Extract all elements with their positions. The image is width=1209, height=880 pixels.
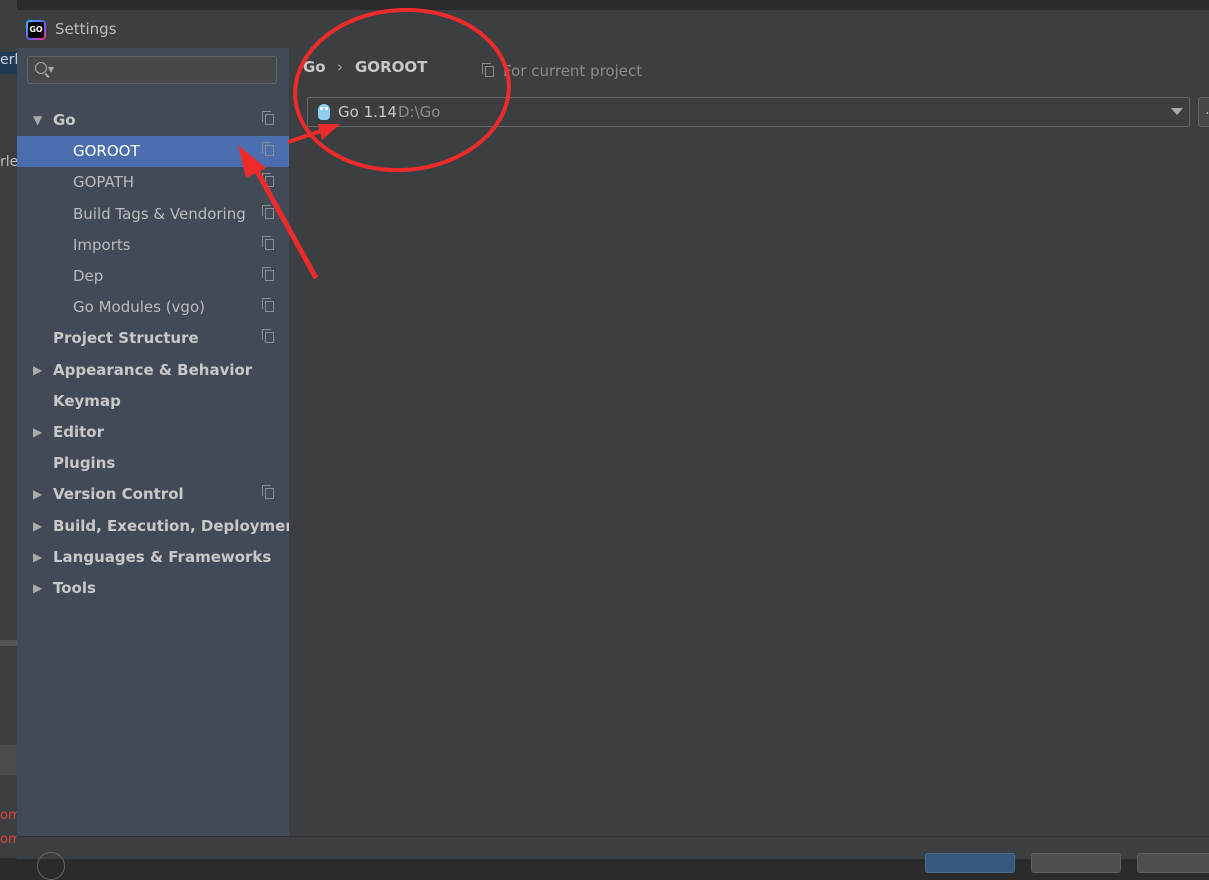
sidebar-item-build-execution-deployment[interactable]: ▶ Build, Execution, Deployment xyxy=(17,511,303,542)
goland-logo-icon: GO xyxy=(26,20,46,40)
project-scope-icon xyxy=(262,485,274,500)
background-error-text: om xyxy=(0,832,17,847)
settings-search[interactable]: ▼ xyxy=(27,56,277,84)
sdk-path: D:\Go xyxy=(398,103,441,121)
sidebar-item-label: Plugins xyxy=(53,454,116,473)
collapsed-arrow-icon[interactable]: ▶ xyxy=(33,479,42,510)
sidebar-item-languages-frameworks[interactable]: ▶ Languages & Frameworks xyxy=(17,542,289,573)
sidebar-item-dep[interactable]: Dep xyxy=(17,261,289,292)
project-scope-icon xyxy=(262,267,274,281)
breadcrumb-go: Go xyxy=(303,58,326,76)
dropdown-arrow-icon[interactable] xyxy=(1171,108,1183,115)
browse-sdk-button[interactable]: … xyxy=(1198,97,1209,127)
search-input[interactable] xyxy=(58,59,272,83)
apply-button[interactable] xyxy=(1137,853,1209,873)
search-icon xyxy=(35,62,47,74)
sidebar-item-go[interactable]: ▼ Go xyxy=(17,105,289,136)
sidebar-item-project-structure[interactable]: Project Structure xyxy=(17,323,289,354)
sidebar-item-tools[interactable]: ▶ Tools xyxy=(17,573,289,604)
project-scope-icon xyxy=(262,204,274,219)
sidebar-item-label: Dep xyxy=(73,267,104,285)
sidebar-item-editor[interactable]: ▶ Editor xyxy=(17,417,289,448)
collapsed-arrow-icon[interactable]: ▶ xyxy=(33,417,42,448)
window-title: Settings xyxy=(55,20,117,38)
expanded-arrow-icon[interactable]: ▼ xyxy=(33,105,42,136)
breadcrumb-goroot: GOROOT xyxy=(355,58,428,76)
background-divider xyxy=(0,640,17,646)
collapsed-arrow-icon[interactable]: ▶ xyxy=(33,511,42,542)
sidebar-item-label: Project Structure xyxy=(53,329,199,348)
cancel-button[interactable] xyxy=(1031,853,1121,873)
sidebar-item-label: Version Control xyxy=(53,485,184,504)
project-scope-icon xyxy=(262,298,274,313)
goroot-sdk-select[interactable]: Go 1.14 D:\Go xyxy=(307,97,1190,127)
background-text: rle xyxy=(0,154,19,170)
background-tab: erl xyxy=(0,52,17,74)
project-scope-icon xyxy=(262,142,274,157)
sidebar-item-appearance-behavior[interactable]: ▶ Appearance & Behavior xyxy=(17,355,289,386)
collapsed-arrow-icon[interactable]: ▶ xyxy=(33,542,42,573)
sidebar-item-label: Tools xyxy=(53,579,96,597)
ok-button[interactable] xyxy=(925,853,1015,873)
main-panel: Go › GOROOT For current project Go 1.14 … xyxy=(289,48,1209,836)
project-scope-icon xyxy=(262,329,274,344)
project-scope-icon xyxy=(262,111,274,125)
search-options-icon[interactable]: ▼ xyxy=(48,65,54,74)
background-ide: erl rle om om xyxy=(0,0,19,858)
settings-dialog: GO Settings ▼ ▼ Go GOROOT GOPATH Build Tags … xyxy=(17,10,1209,880)
sidebar-item-label: Languages & Frameworks xyxy=(53,547,272,566)
settings-sidebar: ▼ ▼ Go GOROOT GOPATH Build Tags & Vendoring I… xyxy=(17,48,303,836)
sidebar-item-label: Build, Execution, Deployment xyxy=(53,516,304,535)
help-icon[interactable] xyxy=(37,852,65,880)
sidebar-item-label: Go xyxy=(53,111,76,129)
sidebar-item-label: Imports xyxy=(73,235,131,254)
sidebar-item-imports[interactable]: Imports xyxy=(17,230,289,261)
title-bar: GO Settings xyxy=(17,10,1209,48)
sidebar-item-label: GOPATH xyxy=(73,173,135,192)
collapsed-arrow-icon[interactable]: ▶ xyxy=(33,573,42,604)
scope-label: For current project xyxy=(503,62,643,80)
sidebar-item-keymap[interactable]: Keymap xyxy=(17,386,289,417)
sidebar-item-label: Editor xyxy=(53,423,104,441)
sidebar-item-version-control[interactable]: ▶ Version Control xyxy=(17,479,289,510)
project-scope-icon xyxy=(262,235,274,250)
sidebar-item-go-modules-vgo[interactable]: Go Modules (vgo) xyxy=(17,292,289,323)
background-error-text: om xyxy=(0,808,17,823)
gopher-icon xyxy=(318,104,330,120)
sidebar-item-label: GOROOT xyxy=(73,142,140,161)
project-scope-icon xyxy=(482,63,494,77)
sidebar-item-label: Build Tags & Vendoring xyxy=(73,204,246,223)
button-bar xyxy=(17,836,1209,880)
background-panel xyxy=(0,745,17,775)
sdk-name: Go 1.14 xyxy=(338,103,397,121)
project-scope-icon xyxy=(262,173,274,188)
sidebar-item-label: Appearance & Behavior xyxy=(53,360,253,379)
sidebar-item-label: Go Modules (vgo) xyxy=(73,298,205,317)
sidebar-item-label: Keymap xyxy=(53,391,121,410)
collapsed-arrow-icon[interactable]: ▶ xyxy=(33,355,42,386)
sidebar-item-goroot[interactable]: GOROOT xyxy=(17,136,289,168)
sidebar-item-plugins[interactable]: Plugins xyxy=(17,448,289,479)
breadcrumb-separator: › xyxy=(337,58,343,76)
sidebar-item-build-tags-vendoring[interactable]: Build Tags & Vendoring xyxy=(17,199,289,230)
sidebar-item-gopath[interactable]: GOPATH xyxy=(17,167,289,198)
